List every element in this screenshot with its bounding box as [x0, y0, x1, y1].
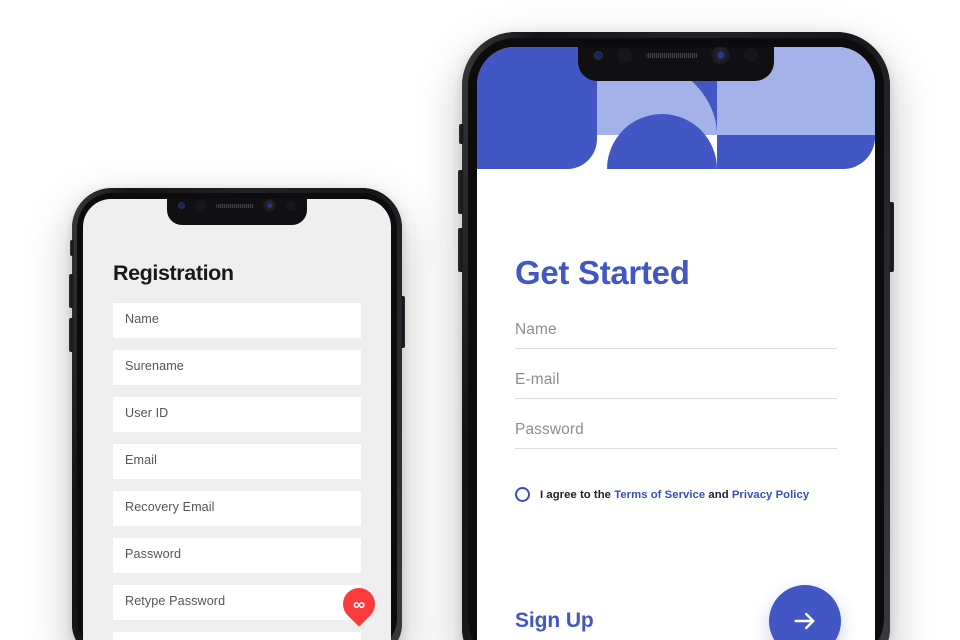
input-field-name[interactable]: Name [113, 303, 361, 338]
volume-down-button-left[interactable] [69, 318, 74, 352]
volume-down-button-right[interactable] [458, 228, 464, 272]
input-field-retype-password[interactable]: Retype Password [113, 585, 361, 620]
terms-of-service-link[interactable]: Terms of Service [614, 489, 705, 501]
input-field-surename[interactable]: Surename [113, 350, 361, 385]
input-label-password: Password [515, 421, 584, 438]
mute-switch-left[interactable] [70, 240, 74, 256]
terms-checkbox[interactable] [515, 487, 530, 502]
page-title-registration: Registration [113, 261, 234, 285]
terms-agreement-row[interactable]: I agree to the Terms of Service and Priv… [515, 487, 855, 502]
proximity-sensor-icon-right [594, 50, 604, 60]
ambient-light-sensor-icon-right [616, 47, 632, 63]
ir-sensor-icon-left [286, 200, 297, 211]
input-label-surename: Surename [125, 359, 184, 373]
arrow-right-icon [794, 612, 815, 630]
input-label-email: Email [125, 453, 157, 467]
infinity-icon: ∞ [352, 594, 366, 614]
input-field-password[interactable]: Password [515, 421, 837, 449]
smartphone-mockup-right: Get Started Name E-mail Password I agree… [458, 32, 894, 640]
input-field-recovery-email[interactable]: Recovery Email [113, 491, 361, 526]
input-label-email: E-mail [515, 371, 560, 388]
notch-right [578, 47, 774, 81]
input-label-name: Name [125, 312, 159, 326]
ir-sensor-icon-right [743, 48, 758, 63]
notch-left [167, 199, 307, 225]
proximity-sensor-icon-left [177, 202, 185, 210]
sign-up-label[interactable]: Sign Up [515, 609, 594, 633]
earpiece-speaker-left [215, 203, 254, 208]
input-field-password[interactable]: Password [113, 538, 361, 573]
phone-screen-left: Registration Name Surename User ID Email [83, 199, 391, 640]
signup-form: Name E-mail Password [515, 321, 837, 471]
map-pin-icon[interactable]: ∞ [336, 581, 382, 627]
input-field-name[interactable]: Name [515, 321, 837, 349]
privacy-policy-link[interactable]: Privacy Policy [732, 489, 809, 501]
smartphone-mockup-left: Registration Name Surename User ID Email [69, 188, 405, 640]
input-field-email[interactable]: E-mail [515, 371, 837, 399]
input-label-user-id: User ID [125, 406, 169, 420]
ambient-light-sensor-icon-left [194, 200, 206, 212]
sign-up-submit-button[interactable] [769, 585, 841, 640]
volume-up-button-right[interactable] [458, 170, 464, 214]
front-camera-icon-left [263, 199, 277, 213]
registration-screen: Registration Name Surename User ID Email [83, 199, 391, 640]
volume-up-button-left[interactable] [69, 274, 74, 308]
input-field-email[interactable]: Email [113, 444, 361, 479]
signup-action-row: Sign Up [515, 585, 841, 640]
mockup-canvas: Registration Name Surename User ID Email [0, 0, 960, 640]
page-title-get-started: Get Started [515, 254, 690, 291]
power-button-right[interactable] [888, 202, 894, 272]
input-field-age[interactable]: Age [113, 632, 361, 640]
input-label-name: Name [515, 321, 557, 338]
registration-form: Name Surename User ID Email Recovery Ema… [113, 303, 361, 640]
terms-agreement-text: I agree to the Terms of Service and Priv… [540, 489, 809, 501]
input-label-password: Password [125, 547, 182, 561]
earpiece-speaker-right [645, 52, 698, 58]
terms-prefix-text: I agree to the [540, 488, 615, 501]
input-field-user-id[interactable]: User ID [113, 397, 361, 432]
power-button-left[interactable] [400, 296, 405, 348]
front-camera-icon-right [711, 47, 731, 65]
terms-conjunction-text: and [705, 488, 732, 501]
get-started-screen: Get Started Name E-mail Password I agree… [477, 199, 875, 640]
input-label-recovery-email: Recovery Email [125, 500, 215, 514]
input-label-retype-password: Retype Password [125, 594, 226, 608]
phone-screen-right: Get Started Name E-mail Password I agree… [477, 47, 875, 640]
mute-switch-right[interactable] [459, 124, 464, 144]
